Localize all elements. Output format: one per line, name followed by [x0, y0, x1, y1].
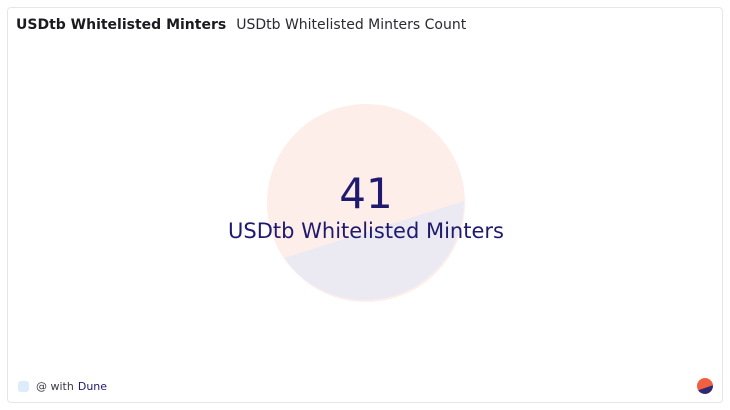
- author-avatar-icon[interactable]: [18, 381, 29, 392]
- widget-title[interactable]: USDtb Whitelisted Minters: [16, 17, 226, 33]
- footer-dune-link[interactable]: Dune: [78, 380, 107, 393]
- counter-widget-card: USDtb Whitelisted Minters USDtb Whitelis…: [7, 7, 723, 403]
- widget-subtitle: USDtb Whitelisted Minters Count: [236, 17, 467, 33]
- counter-label: USDtb Whitelisted Minters: [228, 219, 504, 243]
- widget-header: USDtb Whitelisted Minters USDtb Whitelis…: [16, 17, 466, 33]
- footer-prefix: @ with: [36, 380, 74, 393]
- counter-value: 41: [339, 169, 393, 218]
- dune-logo-icon[interactable]: [697, 378, 713, 394]
- widget-footer: @ with Dune: [18, 380, 107, 393]
